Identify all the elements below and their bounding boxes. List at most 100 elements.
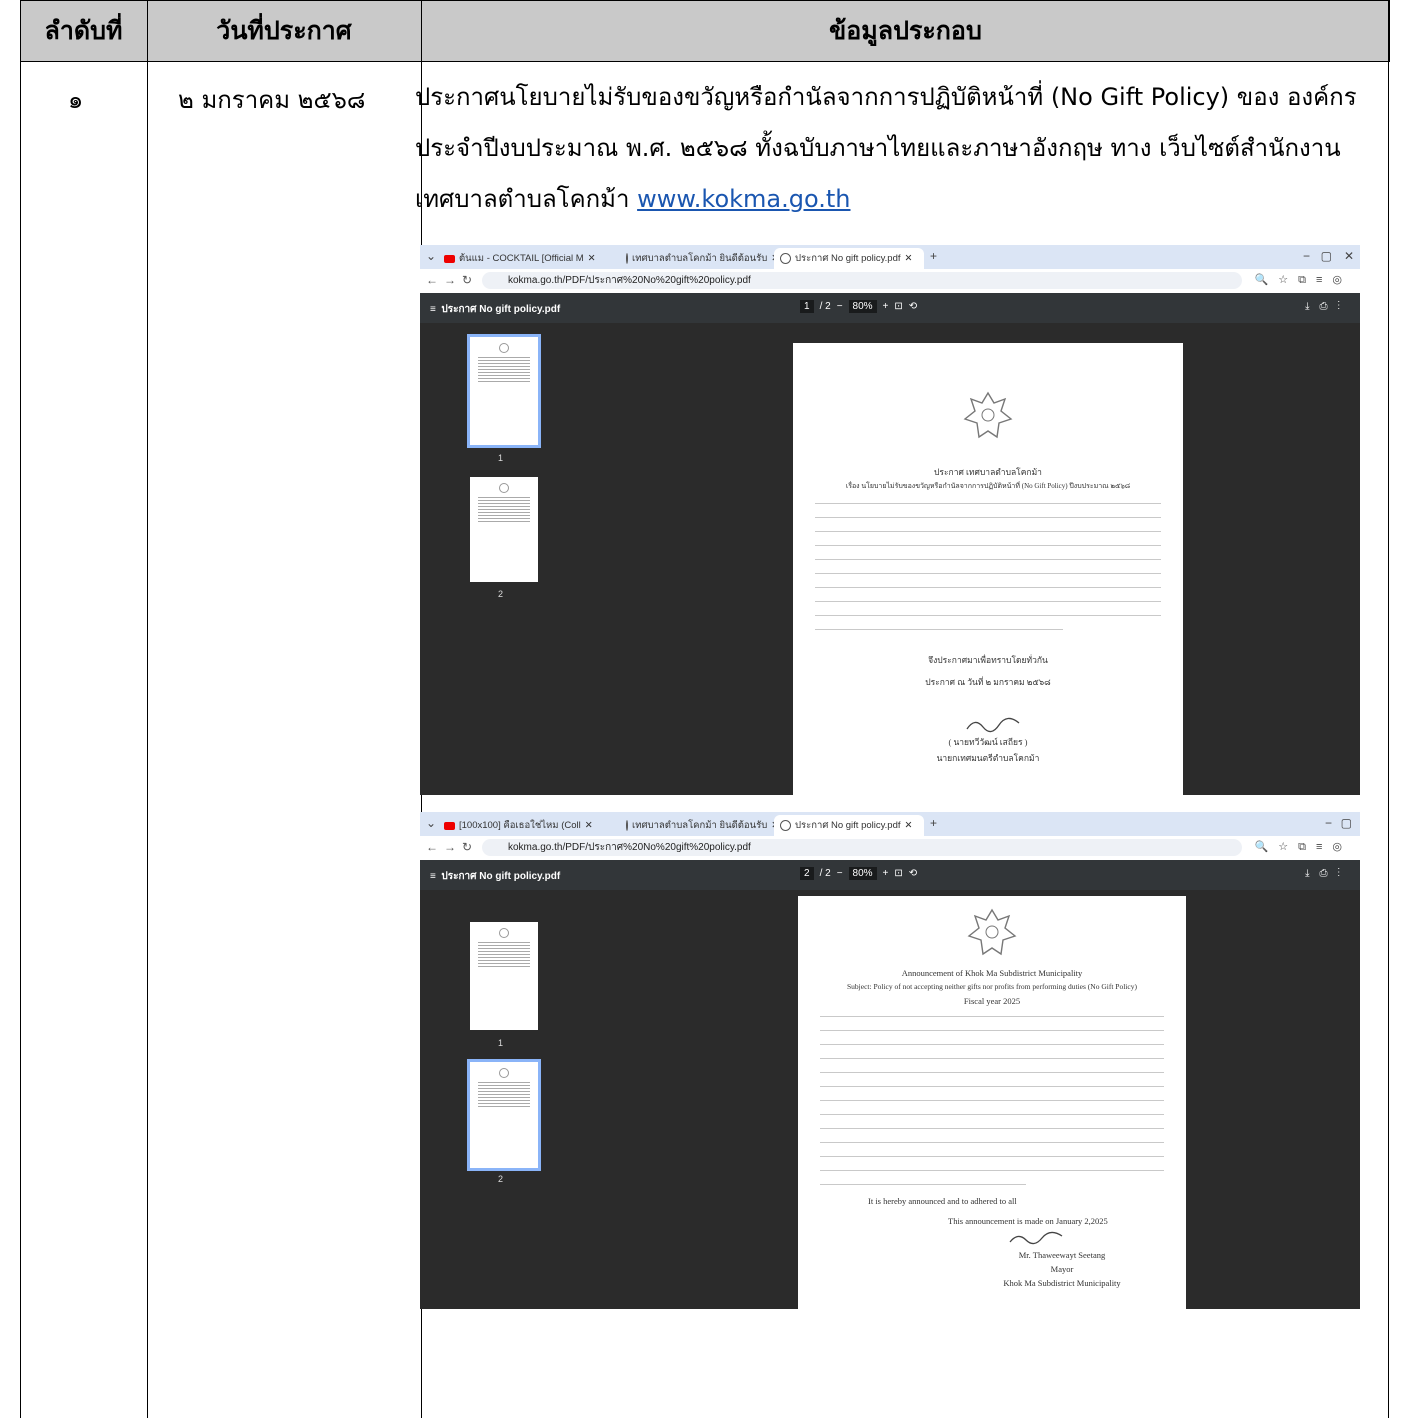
- restore-icon[interactable]: ▢: [1321, 249, 1332, 263]
- tab-pdf[interactable]: ประกาศ No gift policy.pdf ✕: [774, 248, 924, 269]
- thumbnail-page-1[interactable]: [470, 922, 538, 1030]
- zoom-out-icon[interactable]: −: [837, 301, 843, 312]
- thumbnail-label: 1: [498, 1038, 504, 1048]
- reload-icon[interactable]: ↻: [462, 840, 472, 854]
- pdf-toolbar: ≡ ประกาศ No gift policy.pdf 2 / 2 − 80% …: [420, 860, 1360, 890]
- thumbnail-page-2[interactable]: [467, 1059, 541, 1171]
- pdf-page: ประกาศ เทศบาลตำบลโคกม้า เรื่อง นโยบายไม่…: [793, 343, 1183, 795]
- table-border: [1388, 0, 1389, 1418]
- thumbnail-sidebar: 1 2: [420, 890, 596, 1309]
- forward-icon[interactable]: →: [444, 273, 456, 287]
- tab-youtube[interactable]: ต้นแม - COCKTAIL [Official M ✕: [438, 248, 616, 269]
- forward-icon[interactable]: →: [444, 840, 456, 854]
- page-controls: 2 / 2 − 80% + ⊡ ⟲: [800, 867, 917, 880]
- doc-subject: Subject: Policy of not accepting neither…: [847, 982, 1137, 991]
- close-icon[interactable]: ✕: [1344, 249, 1354, 263]
- back-icon[interactable]: ←: [426, 273, 438, 287]
- header-details: ข้อมูลประกอบ: [829, 16, 982, 45]
- globe-icon: [626, 820, 628, 831]
- thumbnail-page-1[interactable]: [467, 334, 541, 448]
- address-bar: ← → ↻ kokma.go.th/PDF/ประกาศ%20No%20gift…: [420, 836, 1360, 861]
- doc-position: นายกเทศมนตรีตำบลโคกม้า: [936, 753, 1040, 763]
- doc-closing: It is hereby announced and to adhered to…: [868, 1196, 1017, 1206]
- doc-name: ( นายทวีวัฒน์ เสถียร ): [948, 737, 1028, 747]
- new-tab-icon[interactable]: +: [930, 816, 937, 830]
- url-input[interactable]: kokma.go.th/PDF/ประกาศ%20No%20gift%20pol…: [482, 839, 1242, 856]
- fit-page-icon[interactable]: ⊡: [894, 868, 902, 879]
- doc-position: Mayor: [1050, 1264, 1074, 1274]
- doc-fiscal: Fiscal year 2025: [963, 996, 1021, 1006]
- url-input[interactable]: kokma.go.th/PDF/ประกาศ%20No%20gift%20pol…: [482, 272, 1242, 289]
- header-order: ลำดับที่: [44, 16, 123, 45]
- thumbnail-page-2[interactable]: [470, 477, 538, 582]
- table-border: [20, 0, 21, 1418]
- pdf-title: ประกาศ No gift policy.pdf: [441, 871, 561, 882]
- page-number-input[interactable]: 2: [800, 867, 814, 880]
- fit-page-icon[interactable]: ⊡: [894, 301, 902, 312]
- zoom-out-icon[interactable]: −: [837, 868, 843, 879]
- back-icon[interactable]: ←: [426, 840, 438, 854]
- address-bar: ← → ↻ kokma.go.th/PDF/ประกาศ%20No%20gift…: [420, 269, 1360, 294]
- tab-bar: ⌄ ต้นแม - COCKTAIL [Official M ✕ เทศบาลต…: [420, 245, 1360, 269]
- description-text: ประกาศนโยบายไม่รับของขวัญหรือกำนัลจากการ…: [415, 83, 1357, 213]
- menu-icon[interactable]: ≡: [430, 871, 436, 882]
- row-date: ๒ มกราคม ๒๕๖๘: [178, 86, 366, 114]
- table-divider: [147, 0, 148, 1418]
- row-description: ประกาศนโยบายไม่รับของขวัญหรือกำนัลจากการ…: [415, 72, 1365, 225]
- menu-icon[interactable]: ≡: [430, 304, 436, 315]
- rotate-icon[interactable]: ⟲: [909, 868, 917, 879]
- doc-date: ประกาศ ณ วันที่ ๒ มกราคม ๒๕๖๘: [925, 677, 1051, 687]
- doc-announce: จึงประกาศมาเพื่อทราบโดยทั่วกัน: [928, 655, 1048, 665]
- website-link[interactable]: www.kokma.go.th: [637, 185, 850, 213]
- doc-heading: Announcement of Khok Ma Subdistrict Muni…: [901, 968, 1083, 978]
- globe-icon: [626, 253, 628, 264]
- youtube-icon: [444, 821, 455, 830]
- signature-icon: [966, 717, 1020, 733]
- zoom-in-icon[interactable]: +: [883, 301, 889, 312]
- doc-subject: เรื่อง นโยบายไม่รับของขวัญหรือกำนัลจากกา…: [845, 482, 1131, 490]
- tab-bar: ⌄ [100x100] คือเธอใช่ไหม (Coll ✕ เทศบาลต…: [420, 812, 1360, 836]
- page-number-input[interactable]: 1: [800, 300, 814, 313]
- thumbnail-sidebar: 1 2: [420, 323, 596, 795]
- globe-icon: [780, 820, 791, 831]
- globe-icon: [780, 253, 791, 264]
- minimize-icon[interactable]: −: [1303, 249, 1310, 263]
- minimize-icon[interactable]: −: [1325, 816, 1332, 830]
- tab-municipality[interactable]: เทศบาลตำบลโคกม้า ยินดีต้อนรับ ✕: [620, 248, 779, 269]
- doc-org: Khok Ma Subdistrict Municipality: [1003, 1278, 1121, 1288]
- header-date: วันที่ประกาศ: [216, 16, 352, 45]
- tab-municipality[interactable]: เทศบาลตำบลโคกม้า ยินดีต้อนรับ ✕: [620, 815, 779, 836]
- signature-icon: [1009, 1231, 1063, 1245]
- browser-screenshot-1: ⌄ ต้นแม - COCKTAIL [Official M ✕ เทศบาลต…: [420, 245, 1360, 795]
- chevron-down-icon[interactable]: ⌄: [426, 816, 436, 830]
- garuda-emblem-icon: [963, 391, 1013, 439]
- pdf-page: Announcement of Khok Ma Subdistrict Muni…: [798, 896, 1186, 1309]
- pdf-actions[interactable]: ⤓⎙⋮: [1305, 868, 1350, 879]
- youtube-icon: [444, 254, 455, 263]
- zoom-input[interactable]: 80%: [848, 300, 877, 313]
- browser-toolbar-icons[interactable]: 🔍☆⧉≡◎: [1255, 273, 1352, 287]
- tab-youtube[interactable]: [100x100] คือเธอใช่ไหม (Coll ✕: [438, 815, 616, 836]
- pdf-title: ประกาศ No gift policy.pdf: [441, 304, 561, 315]
- row-number: ๑: [68, 86, 84, 114]
- rotate-icon[interactable]: ⟲: [909, 301, 917, 312]
- browser-toolbar-icons[interactable]: 🔍☆⧉≡◎: [1255, 840, 1352, 854]
- pdf-toolbar: ≡ ประกาศ No gift policy.pdf 1 / 2 − 80% …: [420, 293, 1360, 323]
- page-total: / 2: [819, 868, 831, 879]
- chevron-down-icon[interactable]: ⌄: [426, 249, 436, 263]
- zoom-in-icon[interactable]: +: [883, 868, 889, 879]
- tab-pdf[interactable]: ประกาศ No gift policy.pdf ✕: [774, 815, 924, 836]
- doc-name: Mr. Thaweewayt Seetang: [1018, 1250, 1106, 1260]
- browser-screenshot-2: ⌄ [100x100] คือเธอใช่ไหม (Coll ✕ เทศบาลต…: [420, 812, 1360, 1309]
- new-tab-icon[interactable]: +: [930, 249, 937, 263]
- garuda-emblem-icon: [967, 908, 1017, 956]
- zoom-input[interactable]: 80%: [848, 867, 877, 880]
- pdf-actions[interactable]: ⤓⎙⋮: [1305, 301, 1350, 312]
- page-total: / 2: [819, 301, 831, 312]
- thumbnail-label: 2: [498, 1174, 504, 1184]
- doc-date: This announcement is made on January 2,2…: [948, 1216, 1108, 1226]
- page-controls: 1 / 2 − 80% + ⊡ ⟲: [800, 300, 917, 313]
- restore-icon[interactable]: ▢: [1341, 816, 1352, 830]
- thumbnail-label: 2: [498, 589, 504, 599]
- reload-icon[interactable]: ↻: [462, 273, 472, 287]
